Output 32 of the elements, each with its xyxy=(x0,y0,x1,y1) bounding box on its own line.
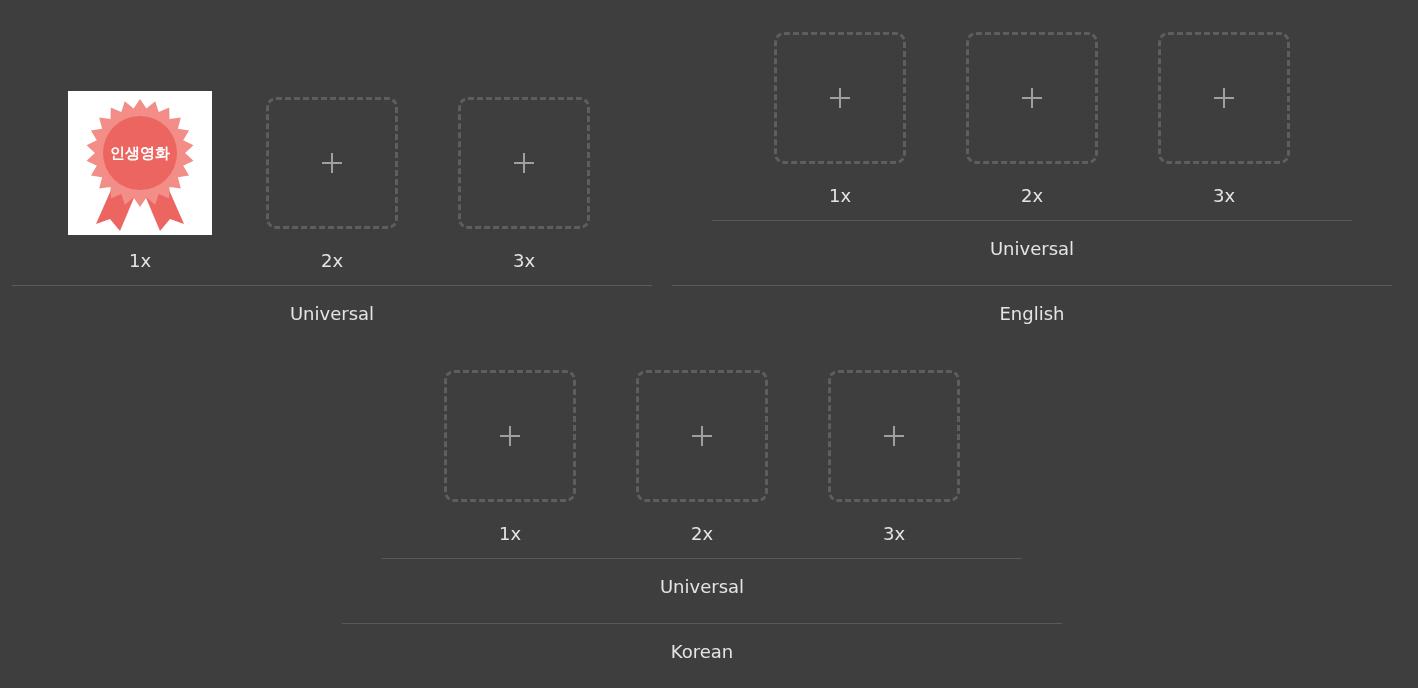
scale-label: 3x xyxy=(512,249,536,273)
image-well[interactable] xyxy=(444,370,576,502)
plus-icon xyxy=(499,425,521,447)
scale-label: 2x xyxy=(690,522,714,546)
plus-icon xyxy=(883,425,905,447)
image-well[interactable] xyxy=(636,370,768,502)
scale-label: 3x xyxy=(882,522,906,546)
scale-label: 1x xyxy=(828,184,852,208)
scale-label: 3x xyxy=(1212,184,1236,208)
plus-icon xyxy=(513,152,535,174)
plus-icon xyxy=(1213,87,1235,109)
group-label: Universal xyxy=(989,237,1075,261)
plus-icon xyxy=(1021,87,1043,109)
group-label: English xyxy=(999,302,1065,326)
scale-label: 1x xyxy=(128,249,152,273)
image-well[interactable] xyxy=(828,370,960,502)
group-label: Universal xyxy=(659,575,745,599)
group-label: Korean xyxy=(670,640,734,664)
image-well[interactable] xyxy=(266,97,398,229)
image-well[interactable]: 인생영화 xyxy=(68,91,212,235)
group-label: Universal xyxy=(289,302,375,326)
image-well[interactable] xyxy=(966,32,1098,164)
plus-icon xyxy=(691,425,713,447)
image-well[interactable] xyxy=(1158,32,1290,164)
scale-label: 1x xyxy=(498,522,522,546)
badge-text: 인생영화 xyxy=(110,144,170,162)
plus-icon xyxy=(829,87,851,109)
plus-icon xyxy=(321,152,343,174)
scale-label: 2x xyxy=(1020,184,1044,208)
scale-label: 2x xyxy=(320,249,344,273)
image-well[interactable] xyxy=(774,32,906,164)
image-well[interactable] xyxy=(458,97,590,229)
